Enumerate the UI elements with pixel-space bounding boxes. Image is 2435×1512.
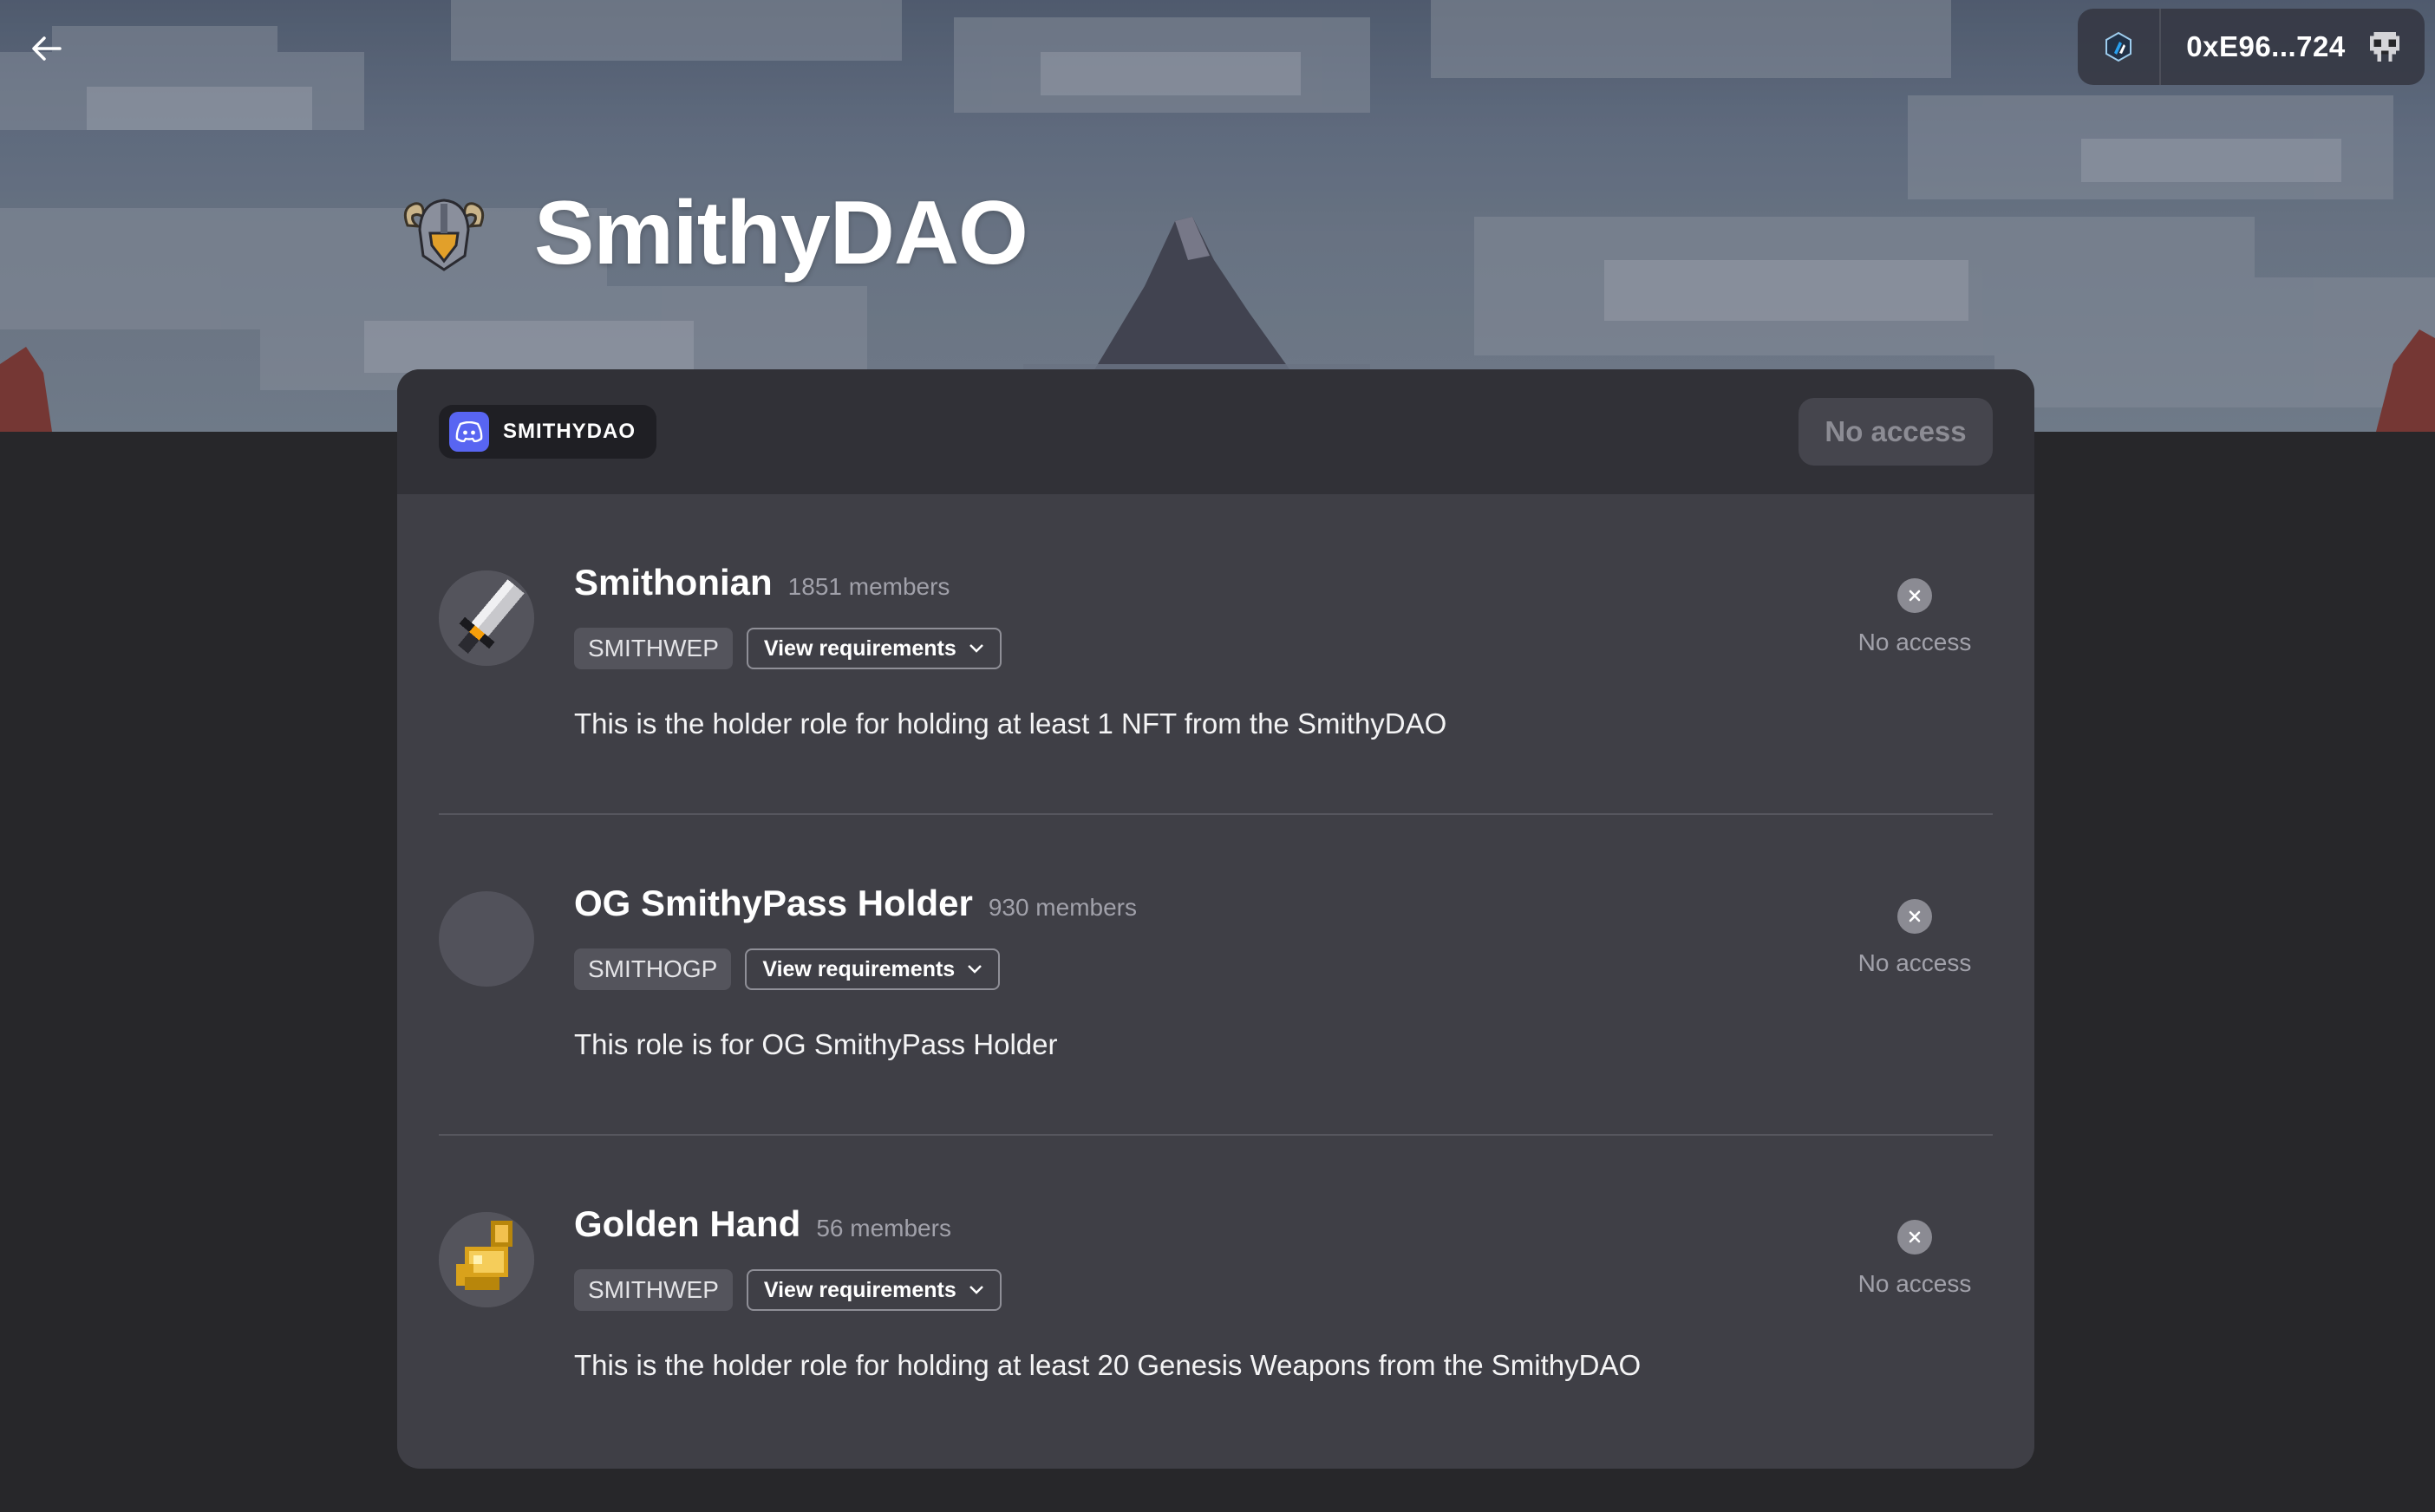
role-item: Smithonian 1851 members SMITHWEP View re… (439, 494, 1993, 815)
network-switcher[interactable] (2078, 9, 2161, 85)
role-description: This is the holder role for holding at l… (574, 707, 1447, 740)
role-item: Golden Hand 56 members SMITHWEP View req… (439, 1136, 1993, 1457)
role-member-count: 930 members (988, 894, 1137, 921)
chevron-down-icon (969, 1286, 983, 1294)
token-chip: SMITHWEP (574, 1269, 733, 1311)
empty-avatar-icon (439, 891, 534, 987)
wallet-address: 0xE96...724 (2186, 30, 2346, 62)
token-chip: SMITHWEP (574, 628, 733, 669)
platform-label: SMITHYDAO (503, 420, 636, 443)
chevron-down-icon (968, 965, 982, 974)
role-access-status: No access (1828, 548, 2001, 687)
hero-banner (0, 0, 2435, 432)
arbitrum-icon (2105, 31, 2131, 62)
role-access-status: No access (1828, 1189, 2001, 1328)
platform-tag[interactable]: SMITHYDAO (439, 405, 656, 459)
role-member-count: 56 members (816, 1215, 951, 1242)
sword-icon (439, 570, 534, 666)
role-description: This role is for OG SmithyPass Holder (574, 1028, 1058, 1060)
horned-helmet-icon (403, 198, 485, 271)
role-description: This is the holder role for holding at l… (574, 1349, 1642, 1381)
role-name: Golden Hand (574, 1203, 801, 1244)
arrow-left-icon (32, 36, 62, 61)
discord-icon (449, 412, 489, 452)
roles-card: SMITHYDAO No access Smithonian 1851 memb… (397, 369, 2034, 1469)
view-requirements-button[interactable]: View requirements (746, 628, 1002, 669)
guild-title: SmithyDAO (534, 183, 1028, 284)
role-name: OG SmithyPass Holder (574, 883, 973, 923)
role-access-label: No access (1857, 629, 1972, 655)
close-icon (1897, 578, 1932, 613)
platform-header: SMITHYDAO No access (397, 369, 2034, 494)
role-member-count: 1851 members (787, 573, 950, 600)
back-button[interactable] (21, 24, 73, 73)
view-requirements-label: View requirements (763, 1277, 956, 1302)
view-requirements-label: View requirements (763, 635, 956, 661)
chevron-down-icon (969, 644, 983, 653)
close-icon (1897, 899, 1932, 934)
role-access-label: No access (1857, 1270, 1972, 1297)
view-requirements-label: View requirements (762, 956, 956, 981)
guild-access-button[interactable]: No access (1799, 398, 1993, 466)
role-item: OG SmithyPass Holder 930 members SMITHOG… (439, 815, 1993, 1136)
role-avatar (439, 1212, 534, 1307)
role-name: Smithonian (574, 562, 773, 603)
role-access-label: No access (1857, 949, 1972, 976)
wallet-button[interactable]: 0xE96...724 (2078, 9, 2425, 85)
view-requirements-button[interactable]: View requirements (745, 948, 1001, 990)
close-icon (1897, 1220, 1932, 1255)
role-avatar (439, 570, 534, 666)
pixel-avatar-icon (2369, 32, 2399, 62)
view-requirements-button[interactable]: View requirements (746, 1269, 1002, 1311)
token-chip: SMITHOGP (574, 948, 732, 990)
golden-gauntlet-icon (439, 1212, 534, 1307)
guild-header: SmithyDAO (399, 182, 1028, 285)
role-access-status: No access (1828, 869, 2001, 1007)
